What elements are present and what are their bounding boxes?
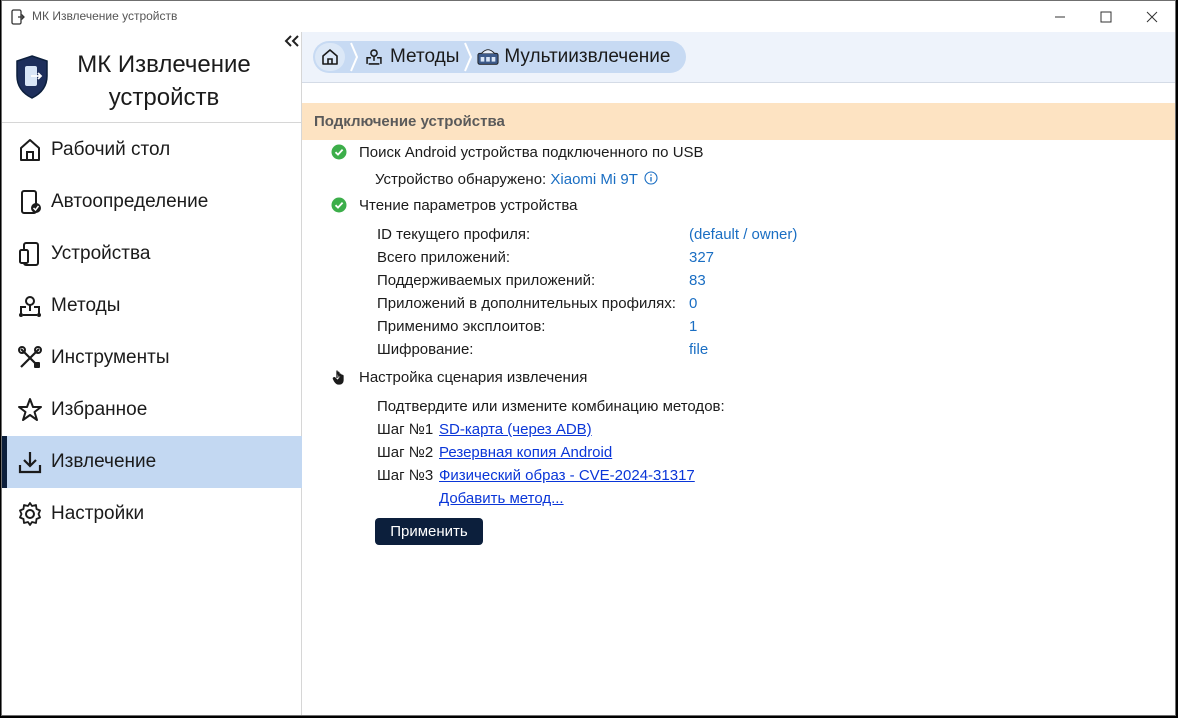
sidebar-item-label: Избранное xyxy=(51,399,148,420)
star-icon xyxy=(17,397,43,423)
sidebar-item-label: Инструменты xyxy=(51,347,170,368)
param-label: Применимо эксплоитов: xyxy=(377,318,546,335)
maximize-button[interactable] xyxy=(1083,1,1129,32)
breadcrumb-bar: Методы Мультиизвлечение xyxy=(302,32,1175,83)
devices-icon xyxy=(17,241,43,267)
scenario-prompt: Подтвердите или измените комбинацию мето… xyxy=(377,398,725,415)
scenario-step-label: Шаг №2 xyxy=(377,444,434,461)
param-label: Всего приложений: xyxy=(377,249,511,266)
add-method-link[interactable]: Добавить метод... xyxy=(439,490,564,507)
sidebar-item-label: Методы xyxy=(51,295,121,316)
sidebar: МК Извлечение устройств Рабочий стол Авт… xyxy=(2,32,302,715)
device-detected-row: Устройство обнаружено: Xiaomi Mi 9T xyxy=(375,171,658,188)
param-value: file xyxy=(689,341,709,358)
check-circle-icon xyxy=(331,144,347,160)
sidebar-item-tools[interactable]: Инструменты xyxy=(2,332,302,384)
device-check-icon xyxy=(17,189,43,215)
shield-logo-icon xyxy=(16,55,48,99)
main-content: Методы Мультиизвлечение Подключение устр… xyxy=(302,32,1175,715)
sidebar-item-label: Настройки xyxy=(51,503,145,524)
breadcrumb-home-button[interactable] xyxy=(315,43,345,71)
sidebar-item-methods[interactable]: Методы xyxy=(2,280,302,332)
breadcrumb-item-multi-extraction: Мультиизвлечение xyxy=(477,46,670,68)
maximize-icon xyxy=(1100,11,1112,22)
param-value: 83 xyxy=(689,272,706,289)
sidebar-item-label: Извлечение xyxy=(51,451,157,472)
sidebar-item-label: Автоопределение xyxy=(51,191,209,212)
step-search-title: Поиск Android устройства подключенного п… xyxy=(359,144,704,161)
close-icon xyxy=(1146,11,1158,22)
info-icon[interactable] xyxy=(644,171,658,185)
sidebar-item-extraction[interactable]: Извлечение xyxy=(2,436,302,488)
param-value: 1 xyxy=(689,318,698,335)
sidebar-item-devices[interactable]: Устройства xyxy=(2,228,302,280)
sidebar-item-label: Устройства xyxy=(51,243,151,264)
param-label: Поддерживаемых приложений: xyxy=(377,272,596,289)
scenario-step-label: Шаг №1 xyxy=(377,421,434,438)
sidebar-item-favorites[interactable]: Избранное xyxy=(2,384,302,436)
window-title: МК Извлечение устройств xyxy=(32,9,178,23)
section-header: Подключение устройства xyxy=(302,103,1175,140)
breadcrumb-item-methods[interactable]: Методы xyxy=(363,46,459,68)
title-bar: МК Извлечение устройств xyxy=(2,1,1175,32)
pointer-hand-icon xyxy=(332,370,344,385)
sidebar-item-settings[interactable]: Настройки xyxy=(2,488,302,540)
methods-icon xyxy=(363,46,385,68)
brand-name: МК Извлечение устройств xyxy=(77,51,251,111)
brand: МК Извлечение устройств xyxy=(2,32,302,123)
param-value: 0 xyxy=(689,295,698,312)
gear-icon xyxy=(17,501,43,527)
scenario-step-method-link[interactable]: Резервная копия Android xyxy=(439,444,612,461)
sidebar-item-autodetect[interactable]: Автоопределение xyxy=(2,176,302,228)
home-icon xyxy=(17,137,43,163)
app-window: МК Извлечение устройств МК Извлечение ус… xyxy=(1,0,1176,716)
check-circle-icon xyxy=(331,197,347,213)
step-params-title: Чтение параметров устройства xyxy=(359,197,578,214)
tools-icon xyxy=(17,345,43,371)
scenario-step-method-link[interactable]: Физический образ - CVE-2024-31317 xyxy=(439,467,695,484)
chevron-right-icon xyxy=(350,42,359,72)
chevron-right-icon xyxy=(464,42,473,72)
minimize-icon xyxy=(1055,16,1065,17)
breadcrumb: Методы Мультиизвлечение xyxy=(313,41,687,73)
step-scenario-title: Настройка сценария извлечения xyxy=(359,369,588,386)
param-label: Приложений в дополнительных профилях: xyxy=(377,295,676,312)
home-icon xyxy=(322,49,338,65)
param-value: (default / owner) xyxy=(689,226,798,243)
param-value: 327 xyxy=(689,249,715,266)
methods-icon xyxy=(17,293,43,319)
sidebar-item-label: Рабочий стол xyxy=(51,139,171,160)
scenario-step-method-link[interactable]: SD-карта (через ADB) xyxy=(439,421,592,438)
device-name-link[interactable]: Xiaomi Mi 9T xyxy=(550,171,637,188)
double-chevron-left-icon xyxy=(284,35,299,47)
minimize-button[interactable] xyxy=(1037,1,1083,32)
sidebar-item-desktop[interactable]: Рабочий стол xyxy=(2,124,302,176)
param-label: Шифрование: xyxy=(377,341,474,358)
collapse-sidebar-button[interactable] xyxy=(282,32,302,50)
app-icon xyxy=(11,9,25,25)
close-button[interactable] xyxy=(1129,1,1175,32)
apply-button[interactable]: Применить xyxy=(375,518,483,545)
sidebar-nav: Рабочий стол Автоопределение Устройства … xyxy=(2,124,302,540)
download-icon xyxy=(17,449,43,475)
device-detected-label: Устройство обнаружено: xyxy=(375,171,547,188)
breadcrumb-label: Мультиизвлечение xyxy=(504,46,671,67)
scenario-step-label: Шаг №3 xyxy=(377,467,434,484)
param-label: ID текущего профиля: xyxy=(377,226,531,243)
multi-extract-icon xyxy=(477,46,499,68)
breadcrumb-label: Методы xyxy=(390,46,460,67)
